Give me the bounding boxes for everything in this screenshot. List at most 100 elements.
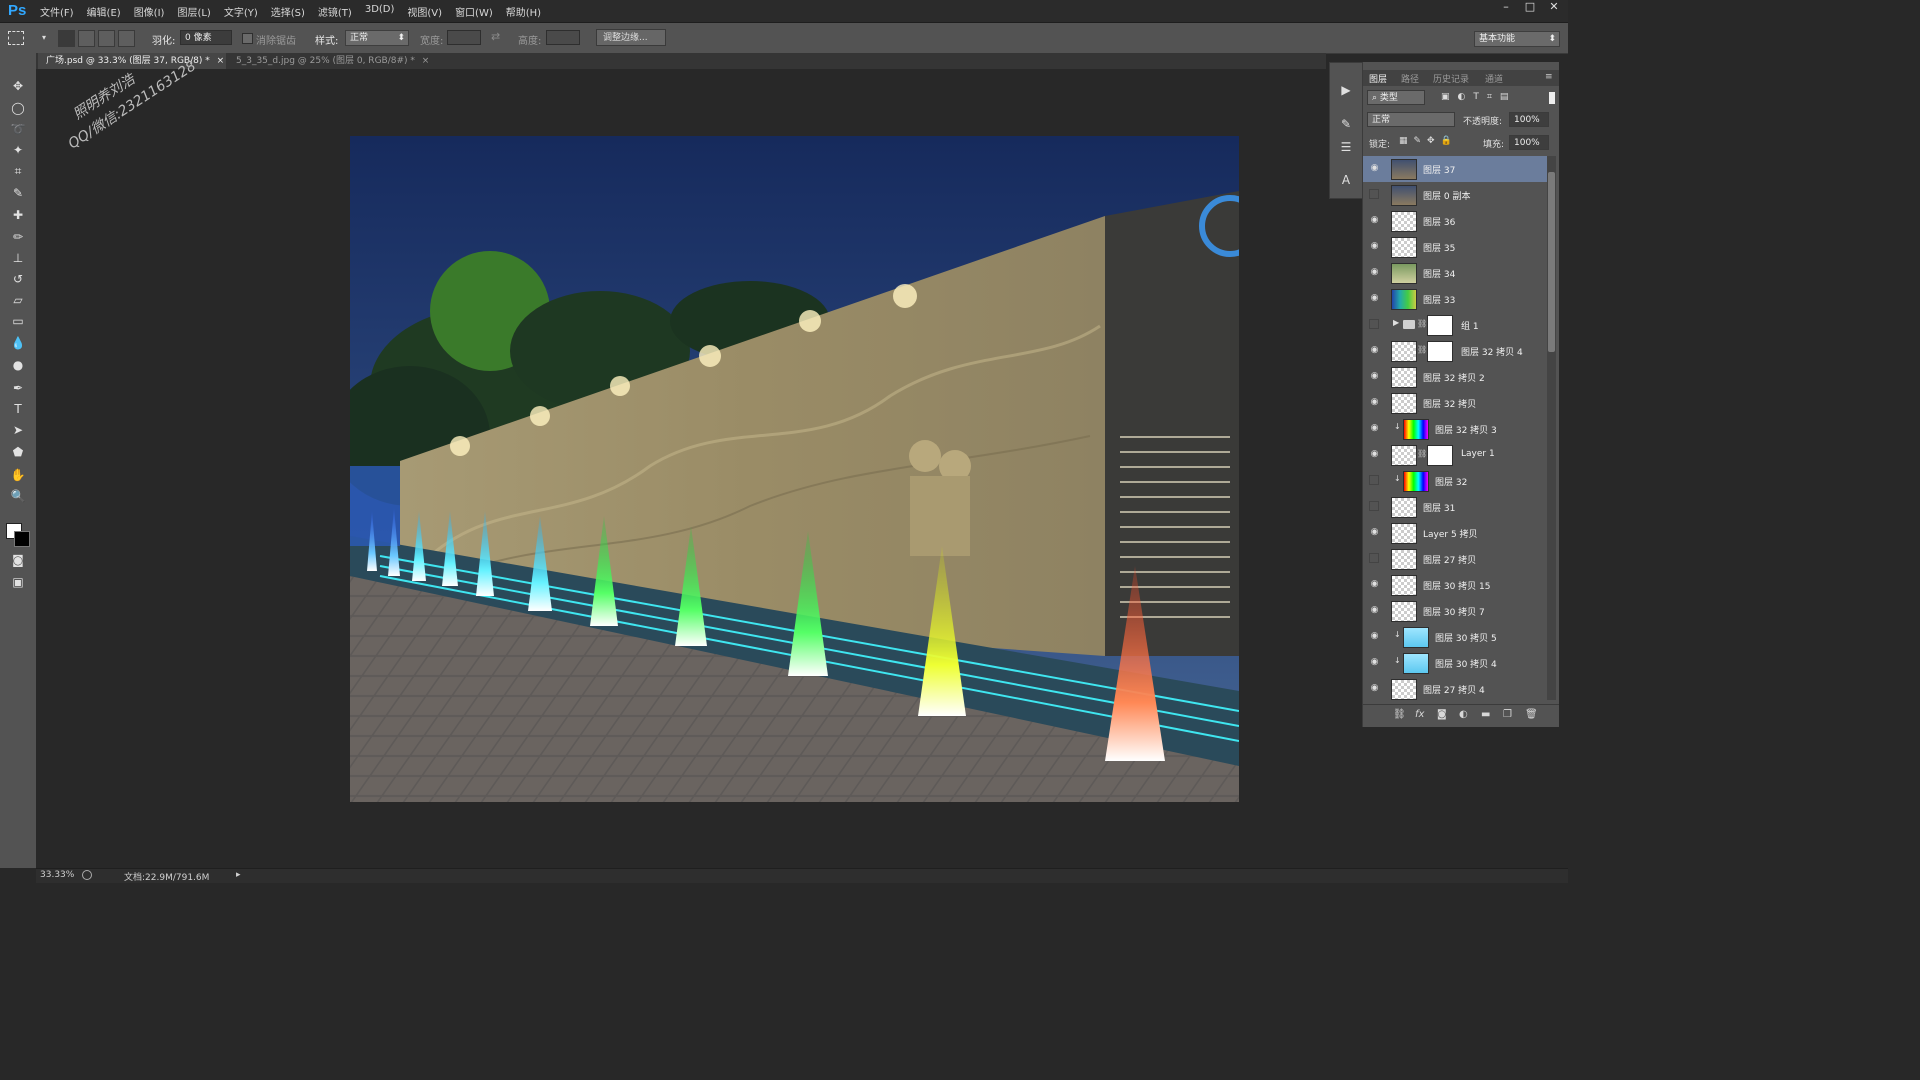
layer-row[interactable]: 图层 0 副本 (1363, 182, 1547, 209)
adjustments-icon[interactable]: ☰ (1337, 138, 1355, 156)
filter-type-icons[interactable]: ▣◐T⌗▤ (1441, 92, 1516, 102)
new-selection-button[interactable] (58, 30, 75, 47)
visibility-eye-icon[interactable] (1369, 553, 1379, 563)
lasso-tool-icon[interactable]: ➰ (8, 120, 28, 138)
layer-row[interactable]: ↓ 图层 32 (1363, 468, 1547, 495)
fill-input[interactable]: 100% (1509, 135, 1549, 150)
layer-row[interactable]: ◉ ↓ 图层 30 拷贝 4 (1363, 650, 1547, 677)
visibility-eye-icon[interactable]: ◉ (1369, 423, 1380, 434)
tab-document-inactive[interactable]: 5_3_35_d.jpg @ 25% (图层 0, RGB/8#) * × (228, 53, 429, 69)
layer-row[interactable]: ◉ 图层 32 拷贝 (1363, 390, 1547, 417)
close-icon[interactable]: × (422, 56, 430, 66)
filter-toggle[interactable] (1549, 92, 1555, 104)
tab-channels[interactable]: 通道 (1485, 72, 1503, 85)
lock-icons[interactable]: ▦✎✥🔒 (1399, 136, 1458, 146)
path-selection-tool-icon[interactable]: ➤ (8, 421, 28, 439)
menu-item[interactable]: 窗口(W) (455, 4, 493, 19)
screen-mode-icon[interactable]: ▣ (8, 573, 28, 591)
shape-tool-icon[interactable]: ⬟ (8, 443, 28, 461)
visibility-eye-icon[interactable]: ◉ (1369, 371, 1380, 382)
tab-paths[interactable]: 路径 (1401, 72, 1419, 85)
zoom-tool-icon[interactable]: 🔍 (8, 487, 28, 505)
visibility-eye-icon[interactable]: ◉ (1369, 267, 1380, 278)
expand-arrow-icon[interactable]: ▶ (1393, 318, 1399, 327)
close-window-button[interactable]: ✕ (1546, 0, 1562, 13)
visibility-eye-icon[interactable]: ◉ (1369, 605, 1380, 616)
panel-menu-icon[interactable]: ≡ (1545, 72, 1553, 82)
crop-tool-icon[interactable]: ⌗ (8, 162, 28, 180)
maximize-button[interactable]: □ (1522, 0, 1538, 13)
pen-tool-icon[interactable]: ✒ (8, 379, 28, 397)
layer-filter-select[interactable]: ⌕ 类型 (1367, 90, 1425, 105)
character-panel-icon[interactable]: A (1337, 171, 1355, 189)
close-icon[interactable]: × (217, 56, 225, 66)
visibility-eye-icon[interactable] (1369, 501, 1379, 511)
new-layer-icon[interactable]: ❐ (1503, 709, 1512, 720)
zoom-level[interactable]: 33.33% (40, 870, 74, 880)
marquee-tool-icon[interactable]: ◯ (8, 99, 28, 117)
eraser-tool-icon[interactable]: ▱ (8, 291, 28, 309)
magic-wand-tool-icon[interactable]: ✦ (8, 141, 28, 159)
gradient-tool-icon[interactable]: ▭ (8, 312, 28, 330)
link-icon[interactable]: ⛓ (1393, 709, 1406, 720)
layer-row[interactable]: ◉ ↓ 图层 32 拷贝 3 (1363, 416, 1547, 443)
type-tool-icon[interactable]: T (8, 400, 28, 418)
layer-row[interactable]: ◉ 图层 34 (1363, 260, 1547, 287)
visibility-eye-icon[interactable]: ◉ (1369, 163, 1380, 174)
swap-icon[interactable]: ⇄ (491, 30, 500, 43)
layer-row[interactable]: ◉ 图层 30 拷贝 7 (1363, 598, 1547, 625)
play-action-icon[interactable]: ▶ (1337, 81, 1355, 99)
eyedropper-tool-icon[interactable]: ✎ (8, 184, 28, 202)
link-icon[interactable]: ⛓ (1417, 319, 1427, 328)
visibility-eye-icon[interactable]: ◉ (1369, 657, 1380, 668)
menu-item[interactable]: 文字(Y) (224, 4, 258, 19)
scrollbar-thumb[interactable] (1548, 172, 1555, 352)
layer-row[interactable]: 图层 31 (1363, 494, 1547, 521)
fx-icon[interactable]: fx (1415, 709, 1424, 720)
hand-tool-icon[interactable]: ✋ (8, 466, 28, 484)
chevron-down-icon[interactable]: ▾ (42, 33, 46, 42)
visibility-eye-icon[interactable] (1369, 189, 1379, 199)
blend-mode-select[interactable]: 正常 (1367, 112, 1455, 127)
style-select[interactable]: 正常 ⬍ (345, 30, 409, 46)
brush-presets-icon[interactable]: ✎ (1337, 115, 1355, 133)
tab-history[interactable]: 历史记录 (1433, 72, 1469, 85)
clone-stamp-tool-icon[interactable]: ⊥ (8, 249, 28, 267)
layers-scrollbar[interactable] (1547, 156, 1556, 700)
layer-row[interactable]: 图层 27 拷贝 (1363, 546, 1547, 573)
mask-icon[interactable]: ◙ (1437, 709, 1447, 720)
visibility-eye-icon[interactable] (1369, 475, 1379, 485)
menu-item[interactable]: 帮助(H) (506, 4, 541, 19)
subtract-selection-button[interactable] (98, 30, 115, 47)
quick-mask-icon[interactable]: ◙ (8, 551, 28, 569)
brush-tool-icon[interactable]: ✏ (8, 228, 28, 246)
visibility-eye-icon[interactable]: ◉ (1369, 241, 1380, 252)
minimize-button[interactable]: – (1498, 0, 1514, 13)
layer-row[interactable]: ◉ ⛓ Layer 1 (1363, 442, 1547, 469)
marquee-preset-icon[interactable] (8, 31, 24, 45)
menu-item[interactable]: 文件(F) (40, 4, 74, 19)
tab-layers[interactable]: 图层 (1369, 72, 1387, 85)
folder-icon[interactable]: ▬ (1481, 709, 1490, 720)
visibility-eye-icon[interactable]: ◉ (1369, 683, 1380, 694)
visibility-eye-icon[interactable]: ◉ (1369, 579, 1380, 590)
menu-item[interactable]: 选择(S) (271, 4, 305, 19)
menu-item[interactable]: 编辑(E) (87, 4, 121, 19)
height-input[interactable] (546, 30, 580, 45)
refine-edge-button[interactable]: 调整边缘... (596, 29, 666, 46)
move-tool-icon[interactable]: ✥ (8, 77, 28, 95)
visibility-eye-icon[interactable]: ◉ (1369, 527, 1380, 538)
opacity-input[interactable]: 100% (1509, 112, 1549, 127)
antialias-checkbox[interactable] (242, 33, 253, 44)
layer-row[interactable]: ◉ 图层 33 (1363, 286, 1547, 313)
layer-row[interactable]: ◉ 图层 35 (1363, 234, 1547, 261)
menu-item[interactable]: 视图(V) (407, 4, 442, 19)
dodge-tool-icon[interactable]: ● (8, 356, 28, 374)
layer-row[interactable]: ◉ 图层 36 (1363, 208, 1547, 235)
visibility-eye-icon[interactable]: ◉ (1369, 293, 1380, 304)
workspace-select[interactable]: 基本功能 ⬍ (1474, 31, 1560, 47)
visibility-eye-icon[interactable]: ◉ (1369, 449, 1380, 460)
info-icon[interactable] (82, 870, 92, 880)
trash-icon[interactable]: 🗑 (1525, 709, 1538, 720)
blur-tool-icon[interactable]: 💧 (8, 334, 28, 352)
